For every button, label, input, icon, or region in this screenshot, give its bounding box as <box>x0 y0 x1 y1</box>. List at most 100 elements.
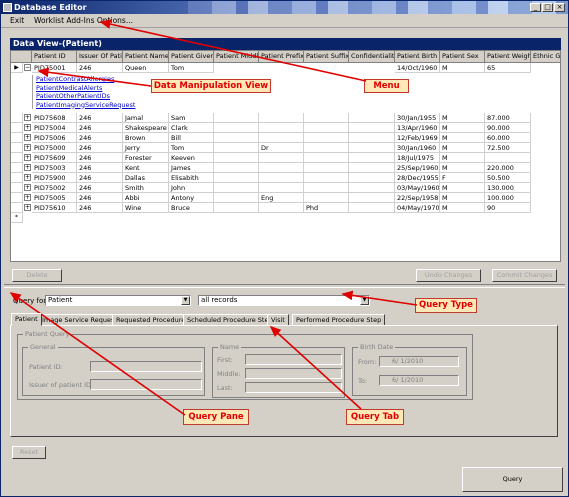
table-cell[interactable] <box>304 113 349 123</box>
table-cell[interactable]: PID75609 <box>32 153 77 163</box>
table-cell[interactable]: PID75003 <box>32 163 77 173</box>
table-cell[interactable] <box>304 133 349 143</box>
table-cell[interactable]: Jerry <box>123 143 169 153</box>
table-cell[interactable]: Antony <box>169 193 214 203</box>
row-selector[interactable] <box>11 193 23 203</box>
table-cell[interactable]: 100.000 <box>485 193 531 203</box>
table-cell[interactable] <box>349 203 395 213</box>
table-cell[interactable]: PID75000 <box>32 143 77 153</box>
column-header[interactable]: Confidentialit <box>349 51 395 63</box>
table-cell[interactable]: Eng <box>259 193 304 203</box>
table-cell[interactable]: 04/May/1970 <box>395 203 440 213</box>
table-cell[interactable] <box>349 113 395 123</box>
table-cell[interactable] <box>214 203 259 213</box>
table-cell[interactable] <box>214 143 259 153</box>
table-cell[interactable] <box>259 153 304 163</box>
expand-row-icon[interactable]: + <box>24 114 31 121</box>
table-cell[interactable]: PID75002 <box>32 183 77 193</box>
cell-patient-id[interactable]: PID75001 <box>32 63 77 73</box>
link-medical-alerts[interactable]: PatientMedicalAlerts <box>33 84 133 93</box>
table-cell[interactable]: M <box>440 183 485 193</box>
table-cell[interactable] <box>214 193 259 203</box>
table-cell[interactable]: 90 <box>485 203 531 213</box>
row-selector[interactable] <box>11 163 23 173</box>
table-cell[interactable]: 246 <box>77 133 123 143</box>
expand-row-icon[interactable]: + <box>24 134 31 141</box>
table-cell[interactable] <box>349 153 395 163</box>
table-cell[interactable] <box>214 173 259 183</box>
cell-name[interactable]: Queen <box>123 63 169 73</box>
undo-changes-button[interactable]: Undo Changes <box>416 269 481 282</box>
table-cell[interactable]: 130.000 <box>485 183 531 193</box>
dropdown-arrow-icon[interactable]: ▼ <box>181 296 190 305</box>
issuer-field[interactable] <box>90 379 202 390</box>
table-cell[interactable] <box>214 153 259 163</box>
column-header[interactable]: Issuer Of Pati <box>77 51 123 63</box>
table-cell[interactable]: 28/Dec/1955 <box>395 173 440 183</box>
table-cell[interactable]: 25/Sep/1960 <box>395 163 440 173</box>
commit-changes-button[interactable]: Commit Changes <box>492 269 557 282</box>
table-cell[interactable]: Tom <box>169 143 214 153</box>
close-button[interactable]: × <box>554 3 565 12</box>
table-cell[interactable]: 03/May/1960 <box>395 183 440 193</box>
table-cell[interactable]: M <box>440 143 485 153</box>
pane-divider[interactable] <box>4 284 565 288</box>
column-header[interactable]: Patient Middl <box>214 51 259 63</box>
cell-sex[interactable]: M <box>440 63 485 73</box>
table-cell[interactable]: 18/Jul/1975 <box>395 153 440 163</box>
table-cell[interactable] <box>304 173 349 183</box>
table-cell[interactable] <box>349 123 395 133</box>
query-scope-combo[interactable]: all records ▼ <box>198 295 370 306</box>
query-for-combo[interactable]: Patient ▼ <box>45 295 191 306</box>
table-cell[interactable]: 30/Jan/1955 <box>395 113 440 123</box>
column-header[interactable]: Patient Sex <box>440 51 485 63</box>
table-cell[interactable]: 87.000 <box>485 113 531 123</box>
table-cell[interactable]: 246 <box>77 153 123 163</box>
table-cell[interactable] <box>259 183 304 193</box>
maximize-button[interactable]: □ <box>542 3 553 12</box>
table-cell[interactable] <box>304 193 349 203</box>
table-cell[interactable]: Abbi <box>123 193 169 203</box>
column-header[interactable]: Patient Name <box>123 51 169 63</box>
table-cell[interactable]: Keeven <box>169 153 214 163</box>
query-button[interactable]: Query <box>462 467 563 492</box>
table-cell[interactable]: PID75005 <box>32 193 77 203</box>
to-date-picker[interactable]: 6/ 1/2010 <box>379 375 459 386</box>
row-selector[interactable] <box>11 153 23 163</box>
table-cell[interactable]: Dallas <box>123 173 169 183</box>
table-cell[interactable] <box>259 123 304 133</box>
table-cell[interactable]: 13/Apr/1960 <box>395 123 440 133</box>
table-cell[interactable]: 246 <box>77 183 123 193</box>
table-cell[interactable]: Bruce <box>169 203 214 213</box>
table-cell[interactable]: PID75006 <box>32 133 77 143</box>
delete-button[interactable]: Delete <box>12 269 62 282</box>
table-cell[interactable]: 220.000 <box>485 163 531 173</box>
cell-birth[interactable]: 14/Oct/1960 <box>395 63 440 73</box>
table-cell[interactable]: 246 <box>77 123 123 133</box>
table-cell[interactable]: 246 <box>77 173 123 183</box>
table-cell[interactable] <box>304 163 349 173</box>
table-cell[interactable]: PID75004 <box>32 123 77 133</box>
middle-name-field[interactable] <box>245 368 342 379</box>
table-cell[interactable] <box>259 113 304 123</box>
expand-row-icon[interactable]: + <box>24 144 31 151</box>
column-header[interactable]: Patient ID <box>32 51 77 63</box>
cell-issuer[interactable]: 246 <box>77 63 123 73</box>
column-header[interactable]: Patient Prefix <box>259 51 304 63</box>
table-cell[interactable]: 60.000 <box>485 133 531 143</box>
table-cell[interactable]: Elisabith <box>169 173 214 183</box>
row-selector[interactable] <box>11 173 23 183</box>
reset-button[interactable]: Reset <box>12 446 46 459</box>
minimize-button[interactable]: _ <box>530 3 541 12</box>
table-cell[interactable]: Kent <box>123 163 169 173</box>
new-row-marker[interactable]: * <box>11 213 23 223</box>
collapse-row-icon[interactable]: − <box>24 64 31 71</box>
last-name-field[interactable] <box>245 382 342 393</box>
table-cell[interactable]: Wine <box>123 203 169 213</box>
patient-id-field[interactable] <box>90 361 202 372</box>
table-cell[interactable] <box>349 133 395 143</box>
link-imaging-service-request[interactable]: PatientImagingServiceRequest <box>33 101 135 110</box>
link-contrast-allergies[interactable]: PatientContrastAllergies <box>33 75 133 84</box>
table-cell[interactable]: Sam <box>169 113 214 123</box>
table-cell[interactable] <box>349 163 395 173</box>
